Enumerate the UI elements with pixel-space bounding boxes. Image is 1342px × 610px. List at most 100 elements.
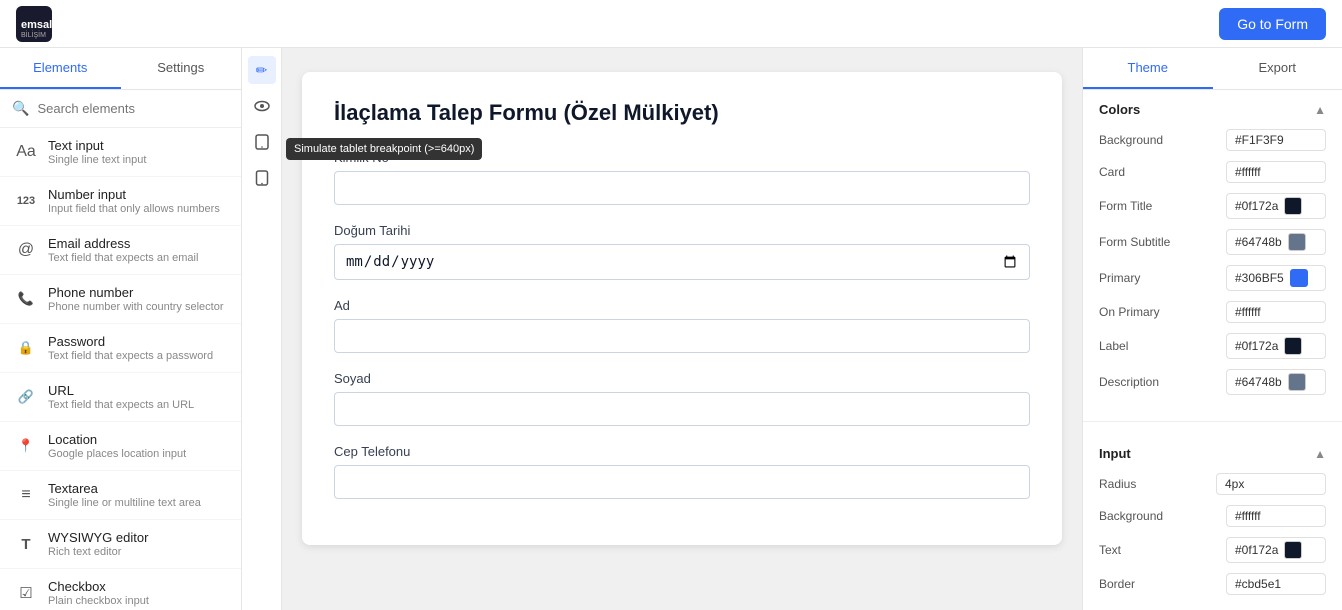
color-label: Text (1099, 543, 1121, 557)
svg-text:BİLİŞİM: BİLİŞİM (21, 30, 46, 39)
input-border-row: Border #cbd5e1 (1083, 573, 1342, 595)
color-value-form-title[interactable]: #0f172a (1226, 193, 1326, 219)
tab-export[interactable]: Export (1213, 48, 1342, 89)
dogum-tarihi-input[interactable] (334, 244, 1030, 280)
password-icon: 🔒 (14, 336, 38, 360)
search-input[interactable] (37, 101, 229, 116)
element-desc: Plain checkbox input (48, 595, 149, 607)
tab-settings[interactable]: Settings (121, 48, 242, 89)
element-name: Text input (48, 138, 146, 153)
search-icon: 🔍 (12, 100, 29, 117)
color-swatch (1288, 233, 1306, 251)
color-label: Description (1099, 375, 1159, 389)
list-item[interactable]: 📞 Phone number Phone number with country… (0, 275, 241, 324)
list-item[interactable]: 📍 Location Google places location input (0, 422, 241, 471)
phone-tool-button[interactable] (248, 164, 276, 192)
color-hex: #ffffff (1235, 305, 1261, 319)
color-row-background: Background #F1F3F9 (1099, 129, 1326, 151)
radius-input[interactable] (1216, 473, 1326, 495)
logo-icon: emsal BİLİŞİM (16, 6, 52, 42)
element-desc: Google places location input (48, 448, 186, 460)
list-item[interactable]: T WYSIWYG editor Rich text editor (0, 520, 241, 569)
url-icon: 🔗 (14, 385, 38, 409)
color-value-form-subtitle[interactable]: #64748b (1226, 229, 1326, 255)
color-value-primary[interactable]: #306BF5 (1226, 265, 1326, 291)
radius-row: Radius (1083, 473, 1342, 495)
element-name: Email address (48, 236, 198, 251)
tab-theme[interactable]: Theme (1083, 48, 1213, 89)
color-hex: #ffffff (1235, 509, 1261, 523)
field-label: Soyad (334, 371, 1030, 386)
color-hex: #cbd5e1 (1235, 577, 1281, 591)
right-sidebar: Theme Export Colors ▲ Background #F1F3F9… (1082, 48, 1342, 610)
color-swatch (1290, 269, 1308, 287)
checkbox-icon: ☑ (14, 581, 38, 605)
field-label: Ad (334, 298, 1030, 313)
color-value-description[interactable]: #64748b (1226, 369, 1326, 395)
element-name: Location (48, 432, 186, 447)
input-title: Input (1099, 446, 1131, 461)
left-sidebar: Elements Settings 🔍 Aa Text input Single… (0, 48, 242, 610)
color-label: Primary (1099, 271, 1140, 285)
color-value-input-text[interactable]: #0f172a (1226, 537, 1326, 563)
search-box: 🔍 (0, 90, 241, 128)
element-desc: Text field that expects an email (48, 252, 198, 264)
tab-elements[interactable]: Elements (0, 48, 121, 89)
canvas-area[interactable]: İlaçlama Talep Formu (Özel Mülkiyet) Kim… (282, 48, 1082, 610)
color-row-description: Description #64748b (1099, 369, 1326, 395)
color-row-form-title: Form Title #0f172a (1099, 193, 1326, 219)
colors-chevron[interactable]: ▲ (1314, 103, 1326, 117)
color-swatch (1288, 373, 1306, 391)
input-background-row: Background #ffffff (1083, 505, 1342, 527)
color-value-input-border[interactable]: #cbd5e1 (1226, 573, 1326, 595)
preview-tool-button[interactable] (248, 92, 276, 120)
elements-list: Aa Text input Single line text input 123… (0, 128, 241, 610)
list-item[interactable]: 123 Number input Input field that only a… (0, 177, 241, 226)
field-label: Doğum Tarihi (334, 223, 1030, 238)
color-row-card: Card #ffffff (1099, 161, 1326, 183)
textarea-icon: ≡ (14, 483, 38, 507)
form-group: Ad (334, 298, 1030, 353)
phone-icon: 📞 (14, 287, 38, 311)
color-label: Label (1099, 339, 1128, 353)
color-value-card[interactable]: #ffffff (1226, 161, 1326, 183)
color-label: Form Subtitle (1099, 235, 1170, 249)
list-item[interactable]: 🔗 URL Text field that expects an URL (0, 373, 241, 422)
radius-label: Radius (1099, 477, 1136, 491)
element-desc: Input field that only allows numbers (48, 203, 220, 215)
list-item[interactable]: 🔒 Password Text field that expects a pas… (0, 324, 241, 373)
location-icon: 📍 (14, 434, 38, 458)
list-item[interactable]: ≡ Textarea Single line or multiline text… (0, 471, 241, 520)
color-value-on-primary[interactable]: #ffffff (1226, 301, 1326, 323)
element-name: WYSIWYG editor (48, 530, 148, 545)
color-swatch (1284, 337, 1302, 355)
edit-tool-button[interactable]: ✏ (248, 56, 276, 84)
color-label: Form Title (1099, 199, 1152, 213)
input-chevron[interactable]: ▲ (1314, 447, 1326, 461)
color-label: Background (1099, 133, 1163, 147)
svg-text:emsal: emsal (21, 19, 52, 31)
element-desc: Single line text input (48, 154, 146, 166)
wysiwyg-icon: T (14, 532, 38, 556)
color-value-background[interactable]: #F1F3F9 (1226, 129, 1326, 151)
element-name: URL (48, 383, 194, 398)
list-item[interactable]: ☑ Checkbox Plain checkbox input (0, 569, 241, 610)
soyad-input[interactable] (334, 392, 1030, 426)
list-item[interactable]: Aa Text input Single line text input (0, 128, 241, 177)
top-bar: emsal BİLİŞİM Go to Form (0, 0, 1342, 48)
tablet-tool-button[interactable] (248, 128, 276, 156)
go-to-form-button[interactable]: Go to Form (1219, 8, 1326, 40)
kimlik-no-input[interactable] (334, 171, 1030, 205)
element-name: Number input (48, 187, 220, 202)
element-name: Textarea (48, 481, 201, 496)
cep-telefonu-input[interactable] (334, 465, 1030, 499)
color-row-form-subtitle: Form Subtitle #64748b (1099, 229, 1326, 255)
element-desc: Rich text editor (48, 546, 148, 558)
color-value-label[interactable]: #0f172a (1226, 333, 1326, 359)
text-input-icon: Aa (14, 140, 38, 164)
list-item[interactable]: @ Email address Text field that expects … (0, 226, 241, 275)
form-title: İlaçlama Talep Formu (Özel Mülkiyet) (334, 100, 1030, 126)
color-value-input-bg[interactable]: #ffffff (1226, 505, 1326, 527)
ad-input[interactable] (334, 319, 1030, 353)
color-label: On Primary (1099, 305, 1160, 319)
